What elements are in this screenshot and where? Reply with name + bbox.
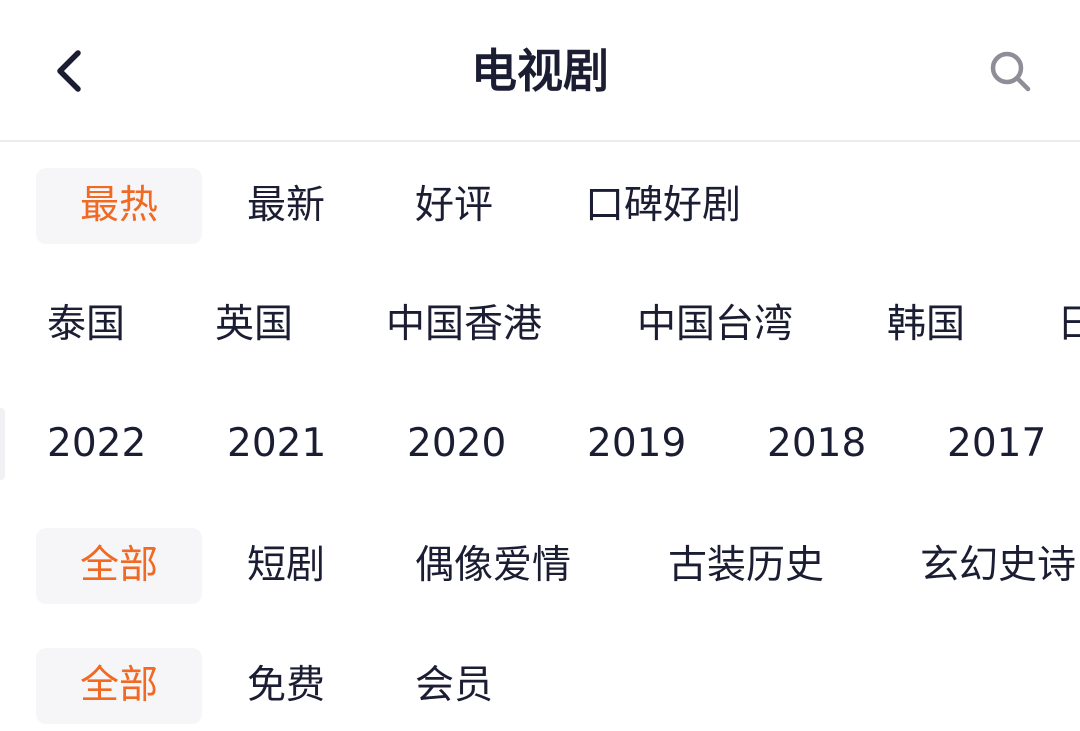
region-option-japan[interactable]: 日	[1057, 287, 1080, 363]
genre-option-fantasy-epic[interactable]: 玄幻史诗	[920, 528, 1076, 604]
back-button[interactable]	[40, 36, 100, 106]
region-filter-row: 泰国 英国 中国香港 中国台湾 韩国 日	[0, 287, 1080, 363]
pay-option-free[interactable]: 免费	[247, 648, 325, 724]
year-option-2018[interactable]: 2018	[767, 406, 866, 482]
search-icon	[990, 51, 1031, 92]
sort-option-acclaimed[interactable]: 口碑好剧	[585, 168, 741, 244]
region-option-taiwan[interactable]: 中国台湾	[637, 287, 793, 363]
year-option-2017[interactable]: 2017	[947, 406, 1046, 482]
genre-option-all[interactable]: 全部	[36, 528, 202, 604]
pay-option-all[interactable]: 全部	[36, 648, 202, 724]
chevron-left-icon	[57, 50, 81, 92]
genre-option-short-drama[interactable]: 短剧	[247, 528, 325, 604]
year-filter-row: 2022 2021 2020 2019 2018 2017	[0, 406, 1080, 482]
region-option-korea[interactable]: 韩国	[887, 287, 965, 363]
year-option-2020[interactable]: 2020	[407, 406, 506, 482]
sort-filter-row: 最热 最新 好评 口碑好剧	[0, 168, 1080, 244]
top-bar: 电视剧	[0, 0, 1080, 142]
genre-filter-row: 全部 短剧 偶像爱情 古装历史 玄幻史诗	[0, 528, 1080, 604]
page-title: 电视剧	[471, 44, 609, 98]
pay-option-vip[interactable]: 会员	[415, 648, 493, 724]
region-option-uk[interactable]: 英国	[215, 287, 293, 363]
year-option-2021[interactable]: 2021	[227, 406, 326, 482]
sort-option-newest[interactable]: 最新	[247, 168, 325, 244]
region-option-thailand[interactable]: 泰国	[47, 287, 125, 363]
sort-option-hottest[interactable]: 最热	[36, 168, 202, 244]
sort-option-top-rated[interactable]: 好评	[415, 168, 493, 244]
genre-option-costume-history[interactable]: 古装历史	[668, 528, 824, 604]
year-option-2019[interactable]: 2019	[587, 406, 686, 482]
genre-option-idol-romance[interactable]: 偶像爱情	[415, 528, 571, 604]
search-button[interactable]	[980, 40, 1044, 104]
region-option-hong-kong[interactable]: 中国香港	[386, 287, 542, 363]
year-option-2022[interactable]: 2022	[47, 406, 146, 482]
pay-filter-row: 全部 免费 会员	[0, 648, 1080, 724]
